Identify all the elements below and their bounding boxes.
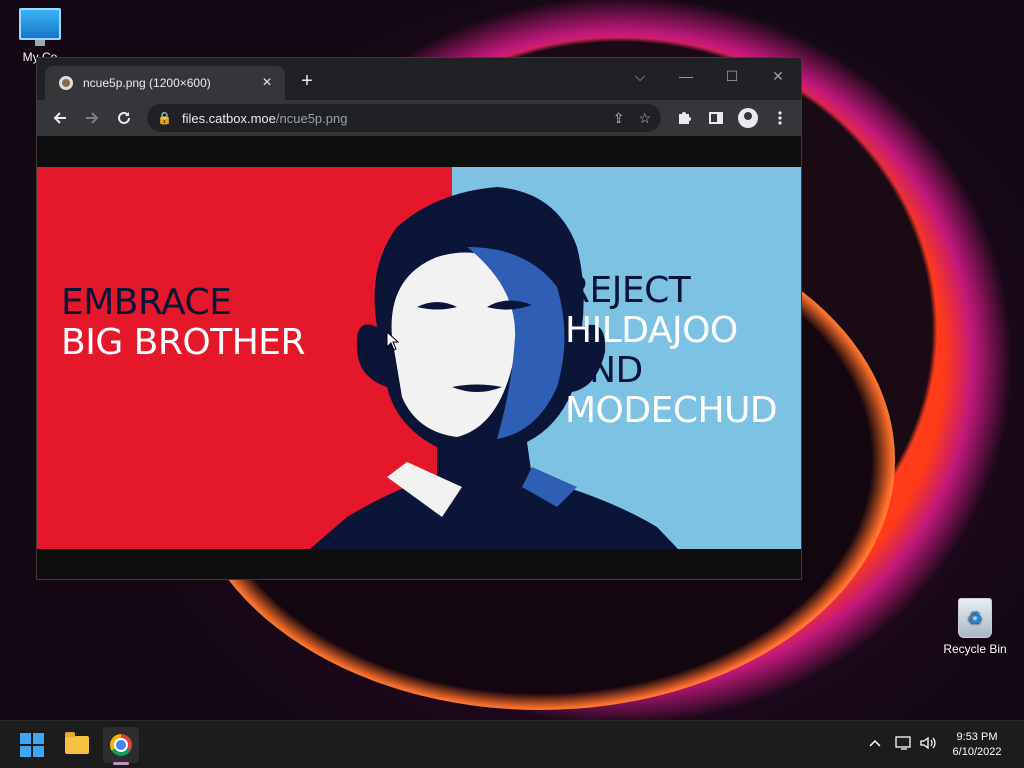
- browser-window: ncue5p.png (1200×600) × + ⌵ — ☐ ✕ 🔒 file…: [36, 57, 802, 580]
- right-slogan-line-2: HILDAJOO: [565, 310, 738, 351]
- forward-button[interactable]: [79, 106, 105, 130]
- arrow-left-icon: [53, 112, 66, 124]
- reload-button[interactable]: [111, 106, 137, 130]
- url-path: /ncue5p.png: [275, 110, 348, 126]
- arrow-right-icon: [86, 112, 99, 124]
- lock-icon: 🔒: [157, 111, 172, 125]
- volume-icon[interactable]: [919, 735, 937, 754]
- maximize-button[interactable]: ☐: [709, 62, 755, 90]
- left-slogan-line-1: EMBRACE: [61, 282, 232, 323]
- windows-logo-icon: [20, 733, 44, 757]
- tab-close-icon[interactable]: ×: [259, 74, 275, 92]
- monitor-icon: [19, 8, 61, 46]
- profile-button[interactable]: [735, 106, 761, 130]
- right-slogan-line-1: REJECT: [565, 270, 691, 311]
- desktop-icon-my-computer[interactable]: My Co: [0, 8, 80, 64]
- address-bar[interactable]: 🔒 files.catbox.moe /ncue5p.png ⇪ ☆: [147, 104, 661, 132]
- taskbar-chrome[interactable]: [103, 727, 139, 763]
- network-icon[interactable]: [895, 735, 913, 754]
- close-window-button[interactable]: ✕: [755, 62, 801, 90]
- right-slogan-line-4: MODECHUD: [565, 390, 778, 431]
- tab-strip: ncue5p.png (1200×600) × + ⌵ — ☐ ✕: [37, 58, 801, 100]
- reload-icon: [118, 111, 130, 124]
- clock-date: 6/10/2022: [952, 746, 1002, 758]
- tab-search-icon[interactable]: ⌵: [617, 62, 663, 90]
- new-tab-button[interactable]: +: [297, 70, 317, 93]
- chevron-up-icon[interactable]: [868, 735, 882, 751]
- desktop-icon-label: Recycle Bin: [943, 642, 1007, 656]
- side-panel-icon[interactable]: [703, 106, 729, 130]
- folder-icon: [65, 732, 89, 754]
- mouse-cursor-icon: [386, 331, 400, 351]
- recycle-bin-icon: ♻: [958, 598, 992, 638]
- share-icon[interactable]: ⇪: [613, 110, 625, 127]
- taskbar-file-explorer[interactable]: [59, 727, 95, 763]
- desktop-icon-recycle-bin[interactable]: ♻ Recycle Bin: [940, 598, 1010, 656]
- left-slogan: EMBRACE BIG BROTHER: [61, 282, 306, 363]
- extensions-icon[interactable]: [671, 106, 697, 130]
- page-viewport: EMBRACE BIG BROTHER REJECT HILDAJOO AND …: [37, 136, 801, 579]
- back-button[interactable]: [47, 106, 73, 130]
- puzzle-icon: [679, 112, 691, 124]
- toolbar: 🔒 files.catbox.moe /ncue5p.png ⇪ ☆: [37, 100, 801, 136]
- active-app-indicator: [113, 762, 129, 765]
- tab-title: ncue5p.png (1200×600): [83, 76, 211, 90]
- right-slogan: REJECT HILDAJOO AND MODECHUD: [565, 270, 778, 431]
- system-clock[interactable]: 9:53 PM 6/10/2022: [942, 730, 1012, 760]
- favicon-icon: [59, 76, 73, 90]
- star-icon[interactable]: ☆: [638, 110, 651, 127]
- menu-button[interactable]: [767, 106, 793, 130]
- avatar-icon: [738, 108, 758, 128]
- tab-active[interactable]: ncue5p.png (1200×600) ×: [45, 66, 285, 100]
- url-host: files.catbox.moe: [181, 110, 276, 126]
- displayed-image: EMBRACE BIG BROTHER REJECT HILDAJOO AND …: [37, 167, 801, 549]
- kebab-menu-icon: [778, 111, 782, 125]
- clock-time: 9:53 PM: [956, 731, 998, 743]
- right-slogan-line-3: AND: [565, 350, 643, 391]
- left-slogan-line-2: BIG BROTHER: [61, 322, 306, 363]
- minimize-button[interactable]: —: [663, 62, 709, 90]
- taskbar: 9:53 PM 6/10/2022: [0, 720, 1024, 768]
- start-button[interactable]: [14, 727, 50, 763]
- chrome-icon: [110, 734, 132, 756]
